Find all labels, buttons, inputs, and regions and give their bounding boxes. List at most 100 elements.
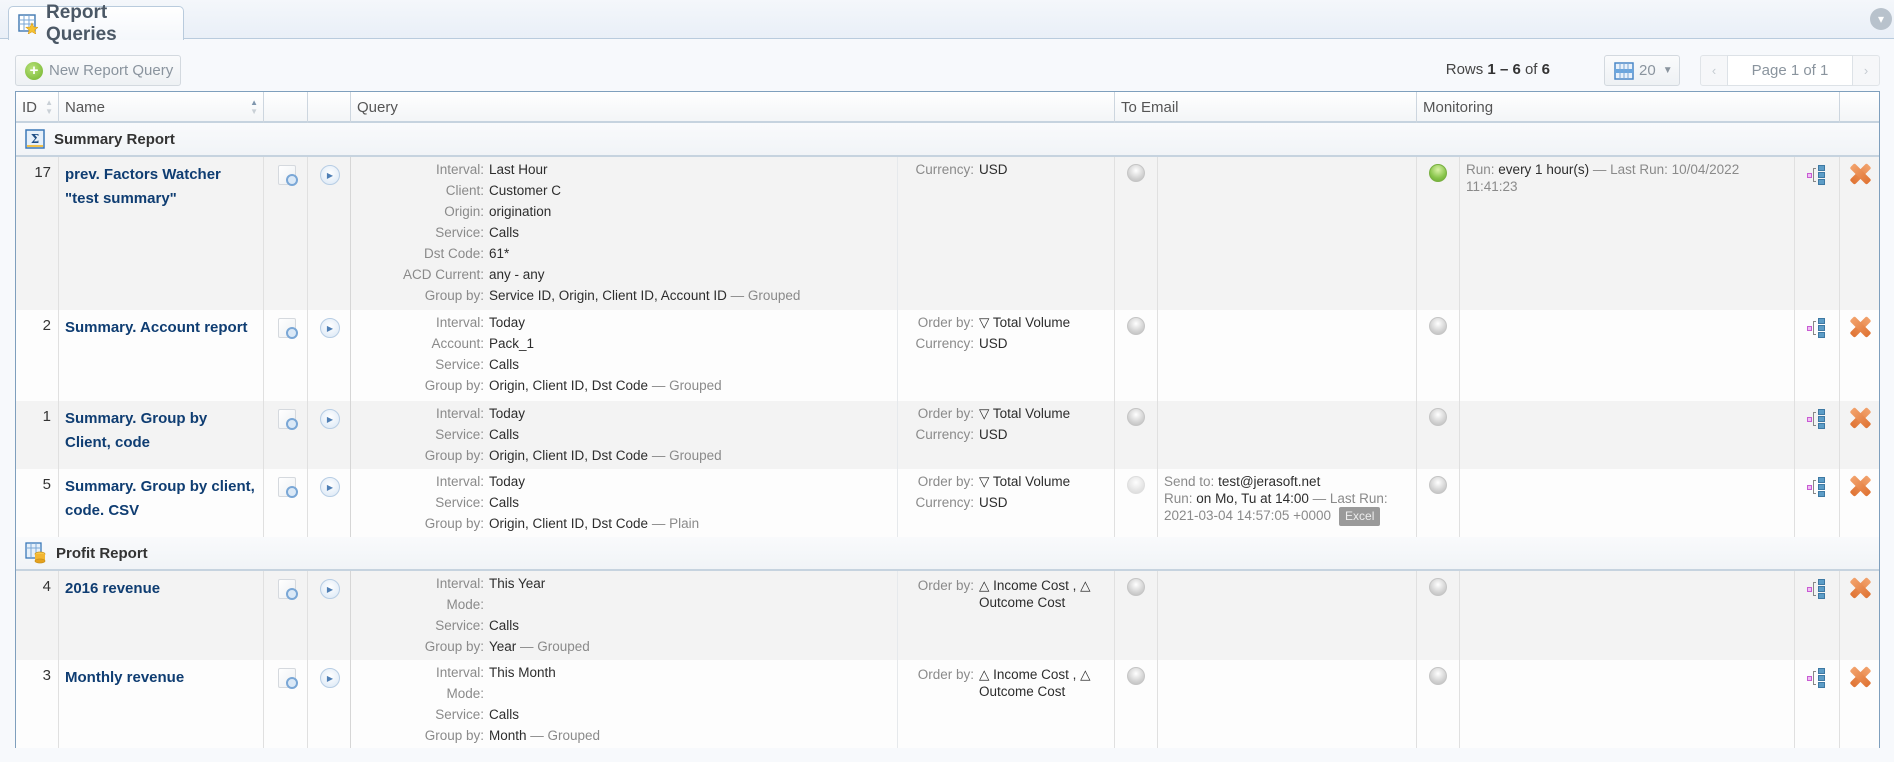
param-value: Calls xyxy=(489,495,519,510)
view-report-icon[interactable] xyxy=(278,579,298,600)
view-report-icon[interactable] xyxy=(278,477,298,498)
delete-cell xyxy=(1840,660,1880,748)
report-name-link[interactable]: Summary. Account report xyxy=(59,310,264,401)
tree-node xyxy=(1818,484,1825,490)
param-value-text: Today xyxy=(489,474,526,489)
run-play-icon[interactable]: ▶ xyxy=(320,477,340,497)
param-label: Service: xyxy=(435,707,484,722)
column-header-id[interactable]: ID ▲ ▼ xyxy=(16,92,59,123)
email-cell xyxy=(1158,571,1417,660)
option-label: Order by: xyxy=(917,667,974,682)
param-value: This Month xyxy=(489,665,556,680)
param-label: Account: xyxy=(431,336,484,351)
param-value-text: Service ID, Origin, Client ID, Account I… xyxy=(489,288,727,303)
monitoring-run-value: every 1 hour(s) xyxy=(1498,162,1590,177)
column-header-name[interactable]: Name ▲ ▼ xyxy=(59,92,264,123)
tree-node xyxy=(1807,326,1812,331)
monitoring-status-toggle-icon[interactable] xyxy=(1429,667,1447,685)
param-label: Service: xyxy=(435,427,484,442)
option-value: △ Income Cost , △ Outcome Cost xyxy=(979,578,1091,610)
delete-icon[interactable] xyxy=(1849,666,1871,688)
delete-icon[interactable] xyxy=(1849,407,1871,429)
column-header-monitoring[interactable]: Monitoring xyxy=(1417,92,1840,123)
run-play-icon[interactable]: ▶ xyxy=(320,165,340,185)
run-value: on Mo, Tu at 14:00 xyxy=(1196,491,1309,506)
column-header-query[interactable]: Query xyxy=(351,92,1115,123)
query-params: Interval: This Month Mode: Service: Calls Gro… xyxy=(351,660,898,748)
param-value: Today xyxy=(489,474,525,489)
email-status-toggle-icon[interactable] xyxy=(1127,578,1145,596)
new-report-query-button[interactable]: + New Report Query xyxy=(15,55,181,86)
hierarchy-tree-icon[interactable] xyxy=(1807,409,1827,429)
next-page-button[interactable]: › xyxy=(1853,56,1879,85)
run-cell: ▶ xyxy=(308,157,351,310)
tree-line xyxy=(1813,321,1816,335)
hierarchy-tree-icon[interactable] xyxy=(1807,668,1827,688)
delete-icon[interactable] xyxy=(1849,577,1871,599)
run-play-icon[interactable]: ▶ xyxy=(320,668,340,688)
query-params: Interval: This Year Mode: Service: Calls Grou… xyxy=(351,571,898,660)
query-param: Interval: Today xyxy=(351,403,897,424)
report-name-link[interactable]: Monthly revenue xyxy=(59,660,264,748)
email-status-toggle-icon[interactable] xyxy=(1127,408,1145,426)
hierarchy-tree-icon[interactable] xyxy=(1807,579,1827,599)
param-label: Service: xyxy=(435,225,484,240)
param-label: ACD Current: xyxy=(402,267,484,282)
hierarchy-tree-icon[interactable] xyxy=(1807,165,1827,185)
query-param: Service: Calls xyxy=(351,222,897,243)
report-name-link[interactable]: 2016 revenue xyxy=(59,571,264,660)
monitoring-status-toggle-icon[interactable] xyxy=(1429,317,1447,335)
run-play-icon[interactable]: ▶ xyxy=(320,409,340,429)
query-cell: Interval: Last Hour Client: Customer C Origi… xyxy=(351,157,1115,310)
report-name-link[interactable]: prev. Factors Watcher "test summary" xyxy=(59,157,264,310)
report-name-link[interactable]: Summary. Group by client, code. CSV xyxy=(59,469,264,537)
view-cell xyxy=(264,571,308,660)
column-query-label: Query xyxy=(357,99,398,116)
email-cell xyxy=(1158,660,1417,748)
prev-page-button[interactable]: ‹ xyxy=(1701,56,1727,85)
view-report-icon[interactable] xyxy=(278,668,298,689)
hierarchy-tree-icon[interactable] xyxy=(1807,318,1827,338)
option-value: △ Income Cost , △ Outcome Cost xyxy=(979,667,1091,699)
email-status-toggle-icon[interactable] xyxy=(1127,164,1145,182)
email-status-toggle-icon[interactable] xyxy=(1127,317,1145,335)
hierarchy-tree-icon[interactable] xyxy=(1807,477,1827,497)
param-label: Client: xyxy=(445,183,484,198)
email-status-toggle-icon[interactable] xyxy=(1127,476,1145,494)
param-value: Today xyxy=(489,315,525,330)
tree-node xyxy=(1807,173,1812,178)
email-status-cell xyxy=(1115,660,1158,748)
run-play-icon[interactable]: ▶ xyxy=(320,318,340,338)
table-row: 4 2016 revenue ▶ Interval: This Year Mode: Ser… xyxy=(16,571,1879,660)
tab-report-queries[interactable]: Report Queries xyxy=(8,2,184,45)
monitoring-status-toggle-icon[interactable] xyxy=(1429,164,1447,182)
param-value-text: Calls xyxy=(489,357,520,372)
per-page-select[interactable]: 20 ▼ xyxy=(1604,55,1680,86)
collapse-chevron-icon[interactable]: ▾ xyxy=(1870,8,1892,30)
delete-icon[interactable] xyxy=(1849,163,1871,185)
page-indicator[interactable]: Page 1 of 1 xyxy=(1727,55,1853,86)
monitoring-status-cell xyxy=(1417,157,1460,310)
param-value: This Year xyxy=(489,576,545,591)
view-report-icon[interactable] xyxy=(278,409,298,430)
tree-node xyxy=(1818,593,1825,599)
group-mode: — Grouped xyxy=(648,448,722,463)
column-header-to-email[interactable]: To Email xyxy=(1115,92,1417,123)
param-value: Origin, Client ID, Dst Code — Grouped xyxy=(489,448,722,463)
view-report-icon[interactable] xyxy=(278,318,298,339)
option-label: Order by: xyxy=(917,315,974,330)
per-page-value: 20 xyxy=(1639,62,1656,79)
delete-icon[interactable] xyxy=(1849,475,1871,497)
delete-icon[interactable] xyxy=(1849,316,1871,338)
tab-bar: Report Queries ▾ xyxy=(0,0,1894,45)
table-row: 5 Summary. Group by client, code. CSV ▶ Int… xyxy=(16,469,1879,537)
monitoring-status-toggle-icon[interactable] xyxy=(1429,578,1447,596)
monitoring-status-toggle-icon[interactable] xyxy=(1429,408,1447,426)
view-report-icon[interactable] xyxy=(278,165,298,186)
param-value-text: This Month xyxy=(489,665,556,680)
param-label: Interval: xyxy=(435,474,484,489)
run-play-icon[interactable]: ▶ xyxy=(320,579,340,599)
report-name-link[interactable]: Summary. Group by Client, code xyxy=(59,401,264,469)
monitoring-status-toggle-icon[interactable] xyxy=(1429,476,1447,494)
email-status-toggle-icon[interactable] xyxy=(1127,667,1145,685)
